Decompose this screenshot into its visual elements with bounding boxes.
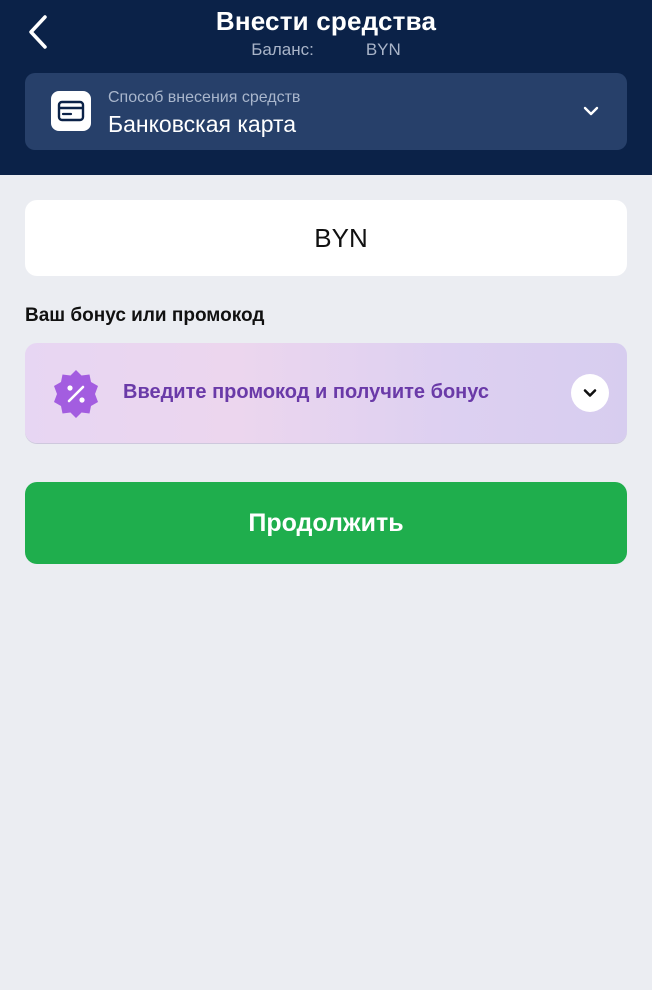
promo-code-prompt: Введите промокод и получите бонус	[123, 381, 490, 403]
page-title: Внести средства	[215, 6, 437, 36]
balance-currency: BYN	[365, 40, 401, 59]
amount-input[interactable]: BYN	[25, 200, 627, 276]
deposit-screen: Внести средства Баланс: BYN Способ внесен…	[0, 0, 652, 990]
payment-method-value: Банковская карта	[108, 111, 297, 137]
amount-currency: BYN	[314, 222, 368, 253]
credit-card-icon	[57, 100, 85, 122]
payment-method-label: Способ внесения средств	[108, 89, 301, 106]
balance-line: Баланс: BYN	[0, 40, 652, 60]
discount-badge-icon	[54, 370, 98, 418]
promo-expand-button[interactable]	[571, 374, 609, 412]
chevron-down-icon	[583, 389, 597, 397]
header: Внести средства Баланс: BYN Способ внесен…	[0, 0, 652, 175]
continue-button[interactable]: Продолжить	[25, 482, 627, 564]
payment-method-select[interactable]: Способ внесения средств Банковская карта	[25, 73, 627, 150]
balance-label: Баланс:	[251, 40, 314, 59]
payment-method-icon-wrap	[51, 91, 91, 131]
chevron-down-icon	[583, 106, 599, 116]
bonus-heading: Ваш бонус или промокод	[25, 305, 265, 326]
promo-code-toggle[interactable]: Введите промокод и получите бонус	[25, 343, 627, 443]
